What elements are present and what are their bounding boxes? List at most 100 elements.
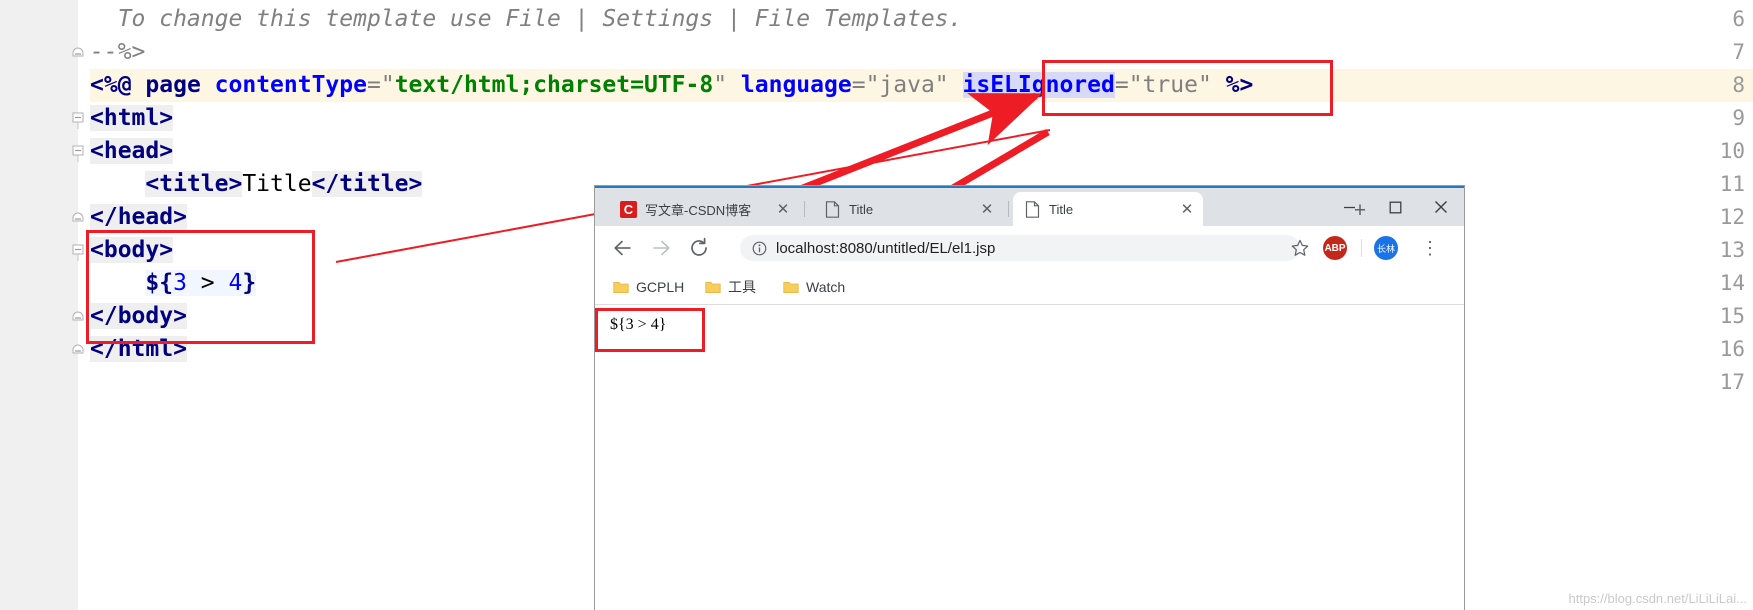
fold-marker-start-line9[interactable] xyxy=(70,102,86,135)
window-close-button[interactable] xyxy=(1418,190,1464,224)
back-button[interactable] xyxy=(609,234,637,262)
forward-arrow-icon xyxy=(653,240,670,256)
tag-title-open: <title> xyxy=(145,171,243,197)
tag-html-open: <html> xyxy=(90,105,174,131)
line-number-15: 15 xyxy=(1719,304,1745,328)
browser-toolbar[interactable]: localhost:8080/untitled/EL/el1.jsp ABP 长… xyxy=(595,226,1464,270)
fold-marker-end-line15[interactable] xyxy=(70,300,86,333)
bookmark-label-watch: Watch xyxy=(806,279,846,295)
fold-marker-start-line13[interactable] xyxy=(70,234,86,267)
tab-close-icon[interactable]: ✕ xyxy=(773,199,793,219)
tag-head-close: </head> xyxy=(90,204,187,230)
tab-title-1: Title xyxy=(849,201,874,217)
info-circle-icon[interactable] xyxy=(750,239,768,257)
editor-gutter[interactable] xyxy=(0,0,79,610)
title-text: Title xyxy=(242,171,312,197)
line-number-12: 12 xyxy=(1719,205,1745,229)
quote-open: " xyxy=(380,72,395,98)
line-number-13: 13 xyxy=(1719,238,1745,262)
line-number-11: 11 xyxy=(1719,172,1745,196)
toolbar-separator xyxy=(1361,239,1362,257)
line-number-16: 16 xyxy=(1719,337,1745,361)
code-line-9[interactable]: <html> xyxy=(90,102,174,135)
tab-close-icon[interactable]: ✕ xyxy=(977,199,997,219)
tab-close-icon[interactable]: ✕ xyxy=(1177,199,1197,219)
line-number-8: 8 xyxy=(1732,73,1745,97)
window-controls[interactable] xyxy=(1326,190,1464,224)
page-content-area: ${3 > 4} xyxy=(595,305,1464,610)
maximize-icon xyxy=(1389,201,1401,213)
csdn-logo-icon: C xyxy=(619,200,637,218)
folder-icon xyxy=(613,280,629,294)
browser-tab-csdn[interactable]: C 写文章-CSDN博客 ✕ xyxy=(609,192,799,226)
window-minimize-button[interactable] xyxy=(1326,190,1372,224)
fold-marker-end-line7[interactable] xyxy=(70,36,86,69)
adblock-plus-extension-icon[interactable]: ABP xyxy=(1323,236,1347,260)
bookmark-star-button[interactable] xyxy=(1287,235,1313,261)
chrome-browser-window[interactable]: C 写文章-CSDN博客 ✕ Title ✕ Title ✕ + localho… xyxy=(595,186,1464,610)
browser-tab-title-1[interactable]: Title ✕ xyxy=(813,192,1003,226)
code-line-7[interactable]: --%> xyxy=(90,36,145,69)
minimize-icon xyxy=(1343,206,1355,208)
close-icon xyxy=(1435,201,1447,213)
forward-button[interactable] xyxy=(647,234,675,262)
reload-icon xyxy=(691,237,707,256)
bookmark-gcplh[interactable]: GCPLH xyxy=(613,276,684,298)
annotation-box-jsp-body xyxy=(86,230,315,344)
tag-title-close: </title> xyxy=(311,171,423,197)
fold-marker-end-line16[interactable] xyxy=(70,333,86,366)
bookmark-tools[interactable]: 工具 xyxy=(705,276,756,298)
fold-start-icon xyxy=(72,145,84,162)
folder-icon xyxy=(783,280,799,294)
code-line-10[interactable]: <head> xyxy=(90,135,174,168)
watermark-text: https://blog.csdn.net/LiLiLiLai... xyxy=(1568,591,1747,606)
line-number-6: 6 xyxy=(1732,7,1745,31)
fold-marker-start-line10[interactable] xyxy=(70,135,86,168)
address-bar[interactable]: localhost:8080/untitled/EL/el1.jsp xyxy=(740,235,1300,261)
bookmark-label-gcplh: GCPLH xyxy=(636,279,685,295)
reload-button[interactable] xyxy=(685,234,713,262)
fold-end-icon xyxy=(72,344,84,354)
fold-marker-end-line12[interactable] xyxy=(70,201,86,234)
fold-end-icon xyxy=(72,311,84,321)
bookmark-watch[interactable]: Watch xyxy=(783,276,845,298)
tab-strip[interactable]: C 写文章-CSDN博客 ✕ Title ✕ Title ✕ + xyxy=(595,188,1464,226)
svg-text:C: C xyxy=(623,202,633,217)
browser-tab-title-2-active[interactable]: Title ✕ xyxy=(1013,192,1203,226)
annotation-box-browser-output xyxy=(595,308,705,352)
line-number-7: 7 xyxy=(1732,40,1745,64)
tag-head-open: <head> xyxy=(90,138,174,164)
jsp-comment-close: --%> xyxy=(90,39,146,65)
value-contenttype: text/html;charset=UTF-8 xyxy=(394,72,714,98)
jsp-comment-text: To change this template use File | Setti… xyxy=(90,6,963,32)
bookmark-label-tools: 工具 xyxy=(728,279,756,295)
folder-icon xyxy=(705,280,721,294)
line-number-10: 10 xyxy=(1719,139,1745,163)
attr-contenttype: contentType xyxy=(214,72,367,98)
annotation-box-iselignored xyxy=(1042,60,1333,116)
tab-title-2: Title xyxy=(1049,201,1074,217)
code-line-11[interactable]: <title>Title</title> xyxy=(90,168,423,201)
chrome-menu-button[interactable]: ⋮ xyxy=(1417,235,1443,261)
jsp-directive-page: page xyxy=(145,72,201,98)
tab-title-csdn: 写文章-CSDN博客 xyxy=(645,202,752,218)
star-icon xyxy=(1291,239,1309,256)
line-number-9: 9 xyxy=(1732,106,1745,130)
document-icon xyxy=(823,200,841,218)
tab-separator xyxy=(804,201,805,217)
equals-sign: = xyxy=(366,72,381,98)
line-number-17: 17 xyxy=(1719,370,1745,394)
fold-start-icon xyxy=(72,112,84,129)
bookmarks-bar[interactable]: GCPLH 工具 Watch xyxy=(595,270,1464,305)
code-line-6[interactable]: To change this template use File | Setti… xyxy=(90,3,963,36)
jsp-directive-open: <%@ xyxy=(90,72,132,98)
avatar[interactable]: 长林 xyxy=(1374,236,1398,260)
fold-start-icon xyxy=(72,244,84,261)
equals-sign: = xyxy=(851,72,866,98)
window-maximize-button[interactable] xyxy=(1372,190,1418,224)
